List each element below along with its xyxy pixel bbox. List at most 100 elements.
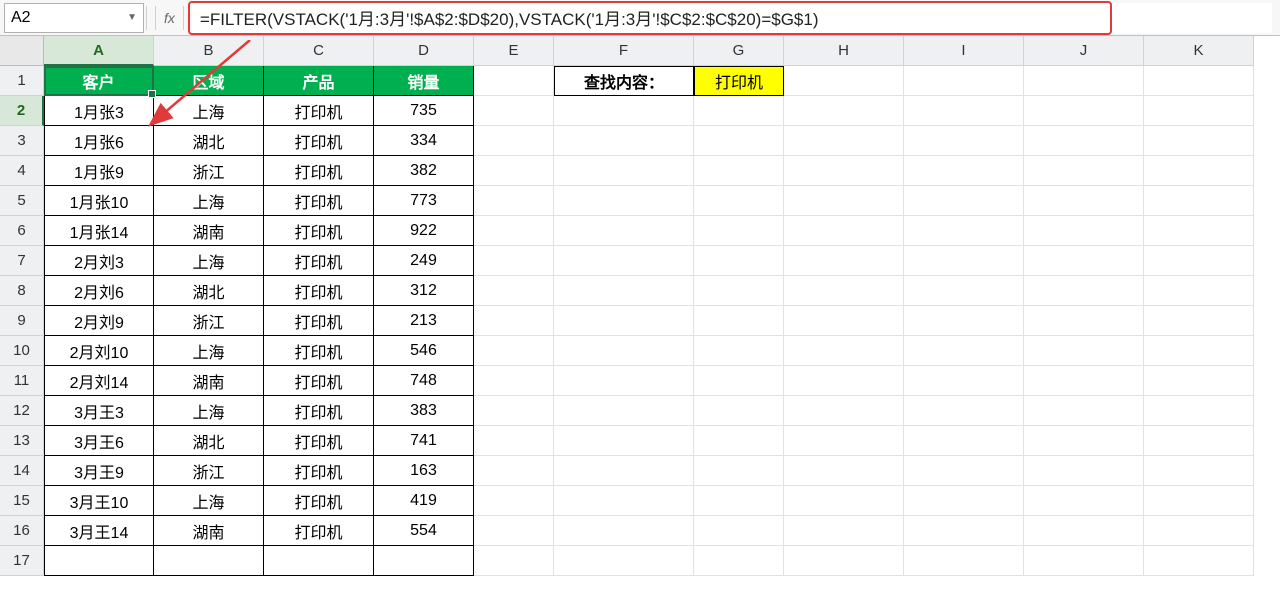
cell[interactable] (474, 246, 554, 276)
column-header[interactable]: J (1024, 36, 1144, 66)
row-header[interactable]: 10 (0, 336, 44, 366)
row-header[interactable]: 8 (0, 276, 44, 306)
table-cell[interactable]: 湖南 (154, 216, 264, 246)
cell[interactable] (1024, 456, 1144, 486)
row-header[interactable]: 1 (0, 66, 44, 96)
cell[interactable] (554, 216, 694, 246)
table-header[interactable]: 客户 (44, 66, 154, 96)
column-header[interactable]: B (154, 36, 264, 66)
table-cell[interactable]: 打印机 (264, 156, 374, 186)
table-cell[interactable]: 2月刘9 (44, 306, 154, 336)
cell[interactable] (784, 426, 904, 456)
table-cell[interactable]: 打印机 (264, 456, 374, 486)
column-header[interactable]: A (44, 36, 154, 66)
table-cell[interactable]: 3月王6 (44, 426, 154, 456)
table-cell[interactable]: 打印机 (264, 276, 374, 306)
table-header[interactable]: 区域 (154, 66, 264, 96)
table-cell[interactable]: 湖北 (154, 126, 264, 156)
cell[interactable] (1024, 276, 1144, 306)
cell[interactable] (1024, 126, 1144, 156)
table-cell[interactable]: 打印机 (264, 96, 374, 126)
cell[interactable] (1024, 336, 1144, 366)
table-cell[interactable]: 1月张3 (44, 96, 154, 126)
row-header[interactable]: 16 (0, 516, 44, 546)
table-cell[interactable] (154, 546, 264, 576)
cell[interactable] (474, 486, 554, 516)
table-cell[interactable]: 2月刘3 (44, 246, 154, 276)
table-header[interactable]: 销量 (374, 66, 474, 96)
table-cell[interactable]: 213 (374, 306, 474, 336)
cell[interactable] (904, 516, 1024, 546)
table-cell[interactable]: 419 (374, 486, 474, 516)
table-cell[interactable]: 3月王9 (44, 456, 154, 486)
table-cell[interactable]: 546 (374, 336, 474, 366)
table-cell[interactable]: 浙江 (154, 456, 264, 486)
row-header[interactable]: 6 (0, 216, 44, 246)
cell[interactable] (1024, 306, 1144, 336)
cell[interactable] (554, 426, 694, 456)
cell[interactable] (1144, 246, 1254, 276)
cell[interactable] (784, 66, 904, 96)
cell[interactable] (474, 96, 554, 126)
table-cell[interactable]: 打印机 (264, 216, 374, 246)
cell[interactable] (904, 96, 1024, 126)
cell[interactable] (1024, 66, 1144, 96)
cell[interactable] (554, 306, 694, 336)
cell[interactable] (904, 156, 1024, 186)
cell[interactable] (1144, 486, 1254, 516)
cell[interactable] (474, 336, 554, 366)
lookup-label[interactable]: 查找内容： (554, 66, 694, 96)
cell[interactable] (694, 216, 784, 246)
cell[interactable] (474, 276, 554, 306)
table-cell[interactable]: 湖南 (154, 516, 264, 546)
cell[interactable] (694, 246, 784, 276)
cell[interactable] (904, 276, 1024, 306)
cell[interactable] (1024, 516, 1144, 546)
cell[interactable] (784, 516, 904, 546)
cell[interactable] (904, 186, 1024, 216)
table-cell[interactable]: 上海 (154, 336, 264, 366)
table-cell[interactable] (374, 546, 474, 576)
cell[interactable] (904, 366, 1024, 396)
cell[interactable] (694, 336, 784, 366)
cell[interactable] (904, 246, 1024, 276)
cell[interactable] (904, 126, 1024, 156)
cell[interactable] (554, 486, 694, 516)
table-cell[interactable]: 打印机 (264, 336, 374, 366)
cell[interactable] (784, 306, 904, 336)
cell[interactable] (1024, 156, 1144, 186)
table-cell[interactable]: 334 (374, 126, 474, 156)
column-header[interactable]: G (694, 36, 784, 66)
table-cell[interactable]: 382 (374, 156, 474, 186)
cell[interactable] (694, 486, 784, 516)
table-cell[interactable]: 383 (374, 396, 474, 426)
row-header[interactable]: 12 (0, 396, 44, 426)
cell[interactable] (1144, 186, 1254, 216)
cell[interactable] (784, 186, 904, 216)
cell[interactable] (554, 246, 694, 276)
row-header[interactable]: 15 (0, 486, 44, 516)
cell[interactable] (1024, 426, 1144, 456)
table-cell[interactable]: 上海 (154, 486, 264, 516)
table-cell[interactable]: 3月王10 (44, 486, 154, 516)
table-cell[interactable]: 浙江 (154, 156, 264, 186)
chevron-down-icon[interactable]: ▼ (127, 12, 137, 23)
table-cell[interactable]: 1月张9 (44, 156, 154, 186)
table-cell[interactable]: 3月王3 (44, 396, 154, 426)
table-cell[interactable]: 打印机 (264, 486, 374, 516)
row-header[interactable]: 3 (0, 126, 44, 156)
cell[interactable] (1024, 546, 1144, 576)
cell[interactable] (784, 396, 904, 426)
cell[interactable] (474, 216, 554, 246)
spreadsheet-grid[interactable]: ABCDEFGHIJK1客户区域产品销量查找内容：打印机21月张3上海打印机73… (0, 36, 1280, 576)
cell[interactable] (554, 96, 694, 126)
table-cell[interactable]: 922 (374, 216, 474, 246)
column-header[interactable]: C (264, 36, 374, 66)
cell[interactable] (554, 396, 694, 426)
cell[interactable] (1024, 216, 1144, 246)
cell[interactable] (474, 396, 554, 426)
cell[interactable] (1144, 66, 1254, 96)
cell[interactable] (1024, 96, 1144, 126)
cell[interactable] (474, 186, 554, 216)
cell[interactable] (904, 396, 1024, 426)
